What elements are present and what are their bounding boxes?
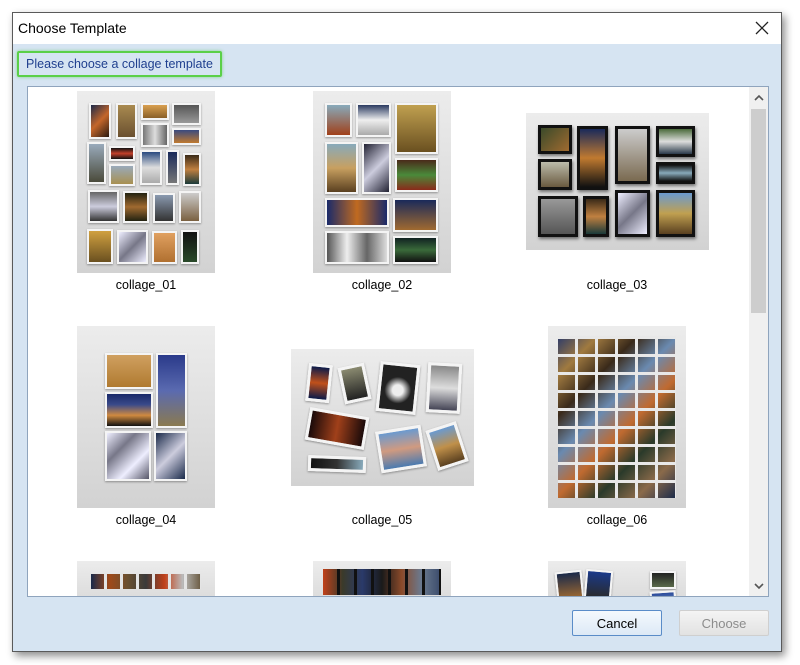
photo — [656, 162, 695, 184]
photo — [325, 231, 389, 264]
template-label: collage_06 — [586, 513, 648, 527]
template-thumbnail — [526, 113, 709, 250]
template-thumbnail — [548, 326, 686, 508]
photo — [325, 103, 352, 137]
photo — [87, 142, 106, 184]
photo — [305, 362, 333, 404]
choose-button[interactable]: Choose — [679, 610, 769, 636]
photo — [583, 568, 614, 596]
photo — [395, 103, 438, 154]
photo — [116, 103, 137, 139]
photo — [425, 362, 463, 414]
photo — [615, 190, 650, 237]
template-thumbnail — [291, 349, 474, 486]
photo — [141, 123, 169, 147]
scroll-up-button[interactable] — [749, 87, 768, 107]
template-item-collage-09[interactable] — [508, 559, 748, 596]
photo — [105, 353, 153, 389]
vertical-scrollbar[interactable] — [749, 87, 768, 596]
template-item-collage-03[interactable]: collage_03 — [508, 87, 748, 317]
instruction-label: Please choose a collage template — [17, 51, 222, 77]
photo — [304, 407, 370, 450]
photo — [374, 424, 428, 474]
scroll-down-button[interactable] — [749, 576, 768, 596]
photo — [140, 150, 162, 185]
template-item-collage-06[interactable]: collage_06 — [508, 323, 748, 553]
template-list[interactable]: collage_01 collage_02 collage_03 collage… — [27, 86, 769, 597]
photo — [179, 191, 201, 223]
photo — [649, 590, 677, 596]
photo — [393, 198, 438, 232]
photo — [152, 231, 177, 264]
template-thumbnail — [77, 561, 215, 596]
photo — [153, 193, 175, 223]
photo — [538, 196, 578, 237]
photo — [395, 158, 438, 192]
photo — [577, 126, 608, 190]
photo — [88, 190, 119, 223]
photo — [87, 229, 113, 264]
chevron-down-icon — [753, 582, 764, 589]
photo — [656, 126, 695, 157]
dialog-title: Choose Template — [18, 20, 127, 36]
photo — [307, 454, 367, 474]
template-item-collage-05[interactable]: collage_05 — [268, 323, 508, 553]
photo — [337, 362, 372, 405]
photo — [325, 198, 389, 227]
template-thumbnail — [77, 326, 215, 508]
template-thumbnail — [313, 561, 451, 596]
choose-template-dialog: Choose Template Please choose a collage … — [12, 12, 782, 652]
photo — [615, 126, 650, 184]
photo — [141, 103, 169, 120]
photo — [393, 236, 438, 264]
template-item-collage-08[interactable] — [268, 559, 508, 596]
photo — [172, 128, 201, 145]
template-label: collage_05 — [351, 513, 413, 527]
template-thumbnail — [313, 91, 451, 273]
photo — [109, 164, 135, 186]
template-label: collage_04 — [115, 513, 177, 527]
photo — [362, 142, 391, 194]
title-bar: Choose Template — [13, 13, 781, 44]
close-button[interactable] — [749, 16, 775, 40]
photo-row — [323, 569, 441, 595]
photo — [538, 159, 572, 190]
template-label: collage_02 — [351, 278, 413, 292]
photo — [583, 196, 609, 237]
photo — [172, 103, 201, 125]
template-thumbnail — [548, 561, 686, 596]
photo — [105, 392, 153, 428]
template-label: collage_01 — [115, 278, 177, 292]
template-thumbnail — [77, 91, 215, 273]
photo — [154, 431, 187, 481]
photo — [425, 421, 469, 471]
template-item-collage-02[interactable]: collage_02 — [268, 87, 508, 317]
photo — [109, 146, 135, 161]
photo — [375, 361, 421, 415]
photo — [325, 142, 358, 194]
photo — [538, 125, 572, 154]
scrollbar-thumb[interactable] — [751, 109, 766, 313]
photo — [650, 571, 676, 589]
chevron-up-icon — [753, 94, 764, 101]
template-label: collage_03 — [586, 278, 648, 292]
cancel-button[interactable]: Cancel — [572, 610, 662, 636]
template-item-collage-01[interactable]: collage_01 — [28, 87, 268, 317]
photo — [117, 230, 148, 264]
photo-grid — [558, 336, 676, 498]
photo — [356, 103, 391, 137]
photo-row — [91, 574, 201, 589]
photo — [156, 353, 187, 428]
template-item-collage-04[interactable]: collage_04 — [28, 323, 268, 553]
photo — [89, 103, 111, 139]
photo — [166, 150, 179, 185]
photo — [123, 191, 149, 223]
close-icon — [755, 21, 769, 35]
photo — [181, 230, 199, 264]
template-item-collage-07[interactable] — [28, 559, 268, 596]
photo — [656, 190, 695, 237]
photo — [105, 431, 151, 481]
photo — [183, 153, 201, 186]
photo — [554, 569, 585, 596]
